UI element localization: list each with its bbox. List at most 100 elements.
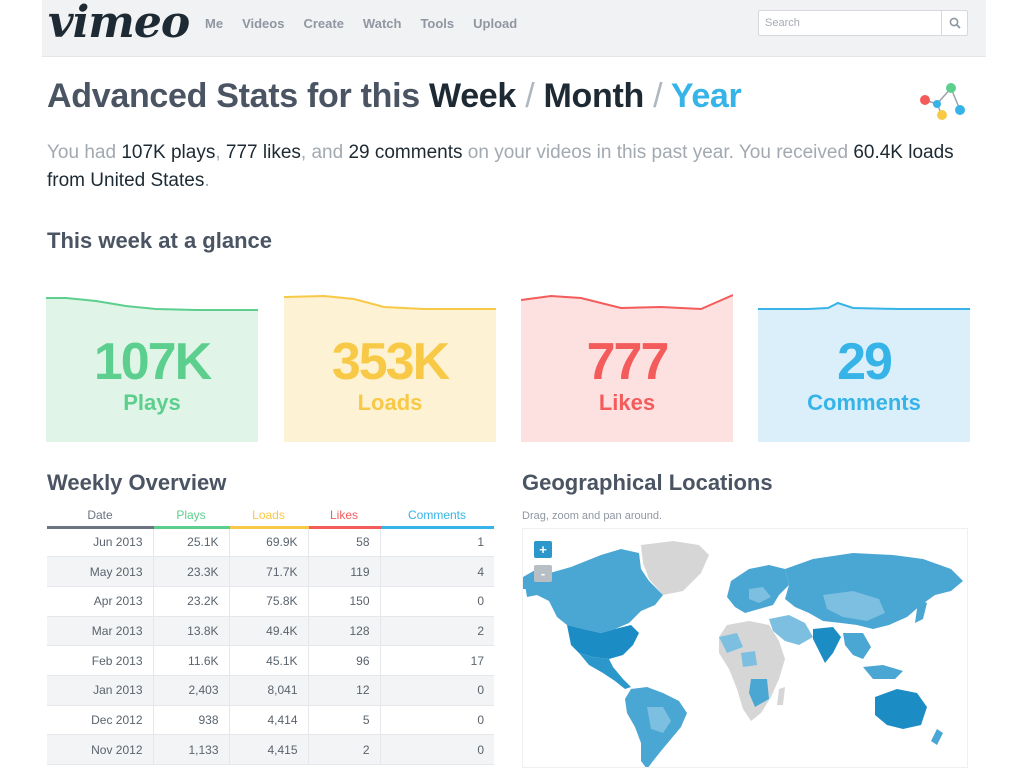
likes-value: 777 [586, 333, 670, 391]
table-cell: Feb 2013 [47, 645, 154, 676]
table-cell: 5 [308, 705, 381, 736]
geo-subtitle: Drag, zoom and pan around. [522, 510, 663, 522]
world-map-graphic [523, 541, 963, 767]
table-cell: 49.4K [229, 616, 309, 647]
comments-value: 29 [837, 333, 893, 391]
plays-card[interactable]: 107K Plays [46, 292, 258, 442]
table-cell: 128 [308, 616, 381, 647]
nav-upload[interactable]: Upload [473, 16, 517, 31]
period-year-link[interactable]: Year [671, 77, 742, 115]
plays-label: Plays [123, 390, 181, 415]
search-button[interactable] [941, 11, 967, 35]
likes-card[interactable]: 777 Likes [521, 292, 733, 442]
table-cell: 2 [380, 616, 494, 647]
search-input[interactable] [765, 15, 937, 31]
search-icon [949, 17, 961, 29]
summary-comments: 29 comments [348, 142, 463, 163]
geo-heading: Geographical Locations [522, 470, 773, 495]
table-cell: 2 [308, 734, 381, 765]
table-cell: Jun 2013 [47, 527, 154, 558]
table-cell: 58 [308, 527, 381, 558]
world-map[interactable]: + - [522, 528, 968, 768]
summary-text: , and [300, 142, 349, 163]
table-cell: 8,041 [229, 675, 309, 706]
table-cell: 119 [308, 556, 381, 587]
comments-card[interactable]: 29 Comments [758, 292, 970, 442]
table-cell: 4,415 [229, 734, 309, 765]
table-cell: 17 [380, 645, 494, 676]
table-cell: 938 [153, 705, 230, 736]
table-row: Jan 2013 2,403 8,041 12 0 [47, 675, 494, 706]
table-cell: Jan 2013 [47, 675, 154, 706]
column-header-loads[interactable]: Loads [229, 507, 308, 529]
table-cell: 96 [308, 645, 381, 676]
summary-text: . [204, 170, 210, 191]
loads-label: Loads [357, 390, 423, 415]
top-nav-bar: vimeo Me Videos Create Watch Tools Uploa… [42, 0, 986, 57]
search-box [758, 10, 968, 36]
table-row: Apr 2013 23.2K 75.8K 150 0 [47, 586, 494, 617]
table-cell: 11.6K [153, 645, 230, 676]
table-cell: Dec 2012 [47, 705, 154, 736]
table-row: May 2013 23.3K 71.7K 119 4 [47, 556, 494, 587]
table-cell: 0 [380, 705, 494, 736]
summary-plays: 107K plays [121, 142, 216, 163]
likes-label: Likes [598, 390, 656, 415]
plays-value: 107K [93, 333, 212, 391]
table-cell: 0 [380, 734, 494, 765]
table-cell: 12 [308, 675, 381, 706]
table-cell: 2,403 [153, 675, 230, 706]
column-header-date[interactable]: Date [47, 507, 153, 529]
summary-text: , [215, 142, 226, 163]
column-header-comments[interactable]: Comments [380, 507, 494, 529]
loads-value: 353K [331, 333, 450, 391]
table-cell: 4,414 [229, 705, 309, 736]
vimeo-logo[interactable]: vimeo [48, 0, 190, 46]
main-nav: Me Videos Create Watch Tools Upload [205, 16, 536, 31]
table-row: Feb 2013 11.6K 45.1K 96 17 [47, 645, 494, 676]
table-cell: Mar 2013 [47, 616, 154, 647]
table-row: Mar 2013 13.8K 49.4K 128 2 [47, 616, 494, 647]
table-cell: 4 [380, 556, 494, 587]
period-week-link[interactable]: Week [429, 77, 516, 115]
title-separator: / [525, 77, 535, 115]
summary-text: on your videos in this past year. You re… [462, 142, 854, 163]
table-cell: 0 [380, 675, 494, 706]
table-cell: 45.1K [229, 645, 309, 676]
stats-summary: You had 107K plays, 777 likes, and 29 co… [47, 139, 967, 195]
title-separator: / [653, 77, 663, 115]
weekly-overview-heading: Weekly Overview [47, 470, 227, 495]
table-cell: May 2013 [47, 556, 154, 587]
summary-likes: 777 likes [225, 142, 301, 163]
nav-me[interactable]: Me [205, 16, 223, 31]
table-row: Jun 2013 25.1K 69.9K 58 1 [47, 527, 494, 558]
table-cell: 1,133 [153, 734, 230, 765]
table-cell: 71.7K [229, 556, 309, 587]
table-cell: 23.2K [153, 586, 230, 617]
glance-heading: This week at a glance [47, 228, 272, 253]
nav-create[interactable]: Create [303, 16, 343, 31]
table-cell: 75.8K [229, 586, 309, 617]
column-header-plays[interactable]: Plays [153, 507, 229, 529]
table-cell: 150 [308, 586, 381, 617]
comments-label: Comments [807, 390, 921, 415]
weekly-overview-table: Date Plays Loads Likes Comments Jun 2013 25.1… [47, 507, 494, 765]
period-month-link[interactable]: Month [544, 77, 645, 115]
nav-videos[interactable]: Videos [242, 16, 284, 31]
nav-watch[interactable]: Watch [363, 16, 402, 31]
table-cell: Apr 2013 [47, 586, 154, 617]
table-row: Dec 2012 938 4,414 5 0 [47, 705, 494, 736]
summary-text: You had [47, 142, 122, 163]
loads-card[interactable]: 353K Loads [284, 292, 496, 442]
table-cell: 69.9K [229, 527, 309, 558]
nav-tools[interactable]: Tools [420, 16, 454, 31]
stats-graph-icon [920, 83, 965, 120]
map-zoom-in-button[interactable]: + [534, 541, 552, 558]
column-header-likes[interactable]: Likes [308, 507, 380, 529]
page-title: Advanced Stats for this Week / Month / Y… [47, 77, 742, 116]
title-prefix: Advanced Stats for this [47, 77, 420, 115]
map-zoom-out-button[interactable]: - [534, 565, 552, 582]
table-cell: Nov 2012 [47, 734, 154, 765]
table-cell: 23.3K [153, 556, 230, 587]
table-cell: 25.1K [153, 527, 230, 558]
